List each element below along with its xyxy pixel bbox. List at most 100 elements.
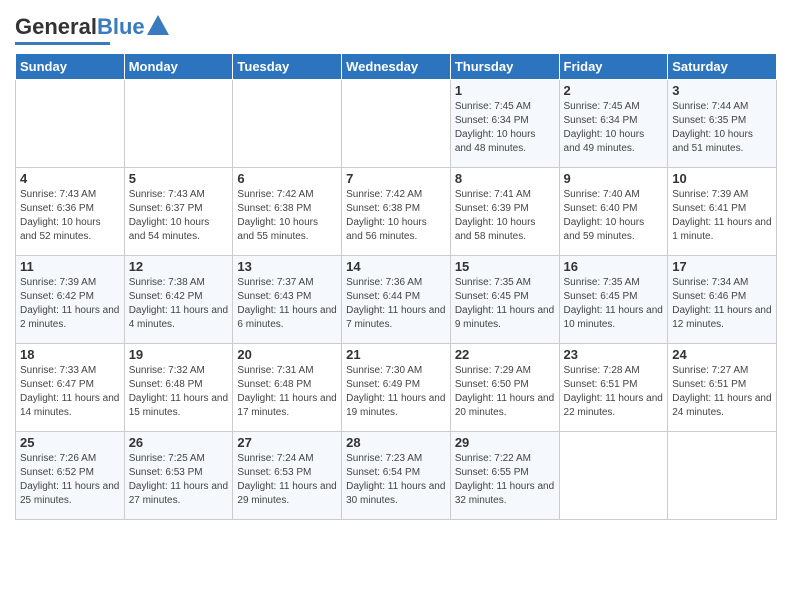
day-info: Sunrise: 7:22 AMSunset: 6:55 PMDaylight:… — [455, 452, 555, 508]
calendar-cell: 10 Sunrise: 7:39 AMSunset: 6:41 PMDayligh… — [668, 168, 777, 256]
day-info: Sunrise: 7:30 AMSunset: 6:49 PMDaylight:… — [346, 364, 446, 420]
calendar-cell — [559, 432, 668, 520]
calendar-week-row: 11 Sunrise: 7:39 AMSunset: 6:42 PMDayligh… — [16, 256, 777, 344]
day-info: Sunrise: 7:24 AMSunset: 6:53 PMDaylight:… — [237, 452, 337, 508]
day-number: 23 — [564, 347, 664, 362]
day-number: 19 — [129, 347, 229, 362]
calendar-cell: 3 Sunrise: 7:44 AMSunset: 6:35 PMDaylight… — [668, 80, 777, 168]
day-info: Sunrise: 7:44 AMSunset: 6:35 PMDaylight:… — [672, 100, 772, 156]
calendar-cell: 14 Sunrise: 7:36 AMSunset: 6:44 PMDayligh… — [342, 256, 451, 344]
header-sunday: Sunday — [16, 54, 125, 80]
day-number: 9 — [564, 171, 664, 186]
calendar-week-row: 1 Sunrise: 7:45 AMSunset: 6:34 PMDaylight… — [16, 80, 777, 168]
day-info: Sunrise: 7:36 AMSunset: 6:44 PMDaylight:… — [346, 276, 446, 332]
day-number: 2 — [564, 83, 664, 98]
calendar-cell — [668, 432, 777, 520]
day-number: 17 — [672, 259, 772, 274]
calendar-cell — [16, 80, 125, 168]
day-number: 13 — [237, 259, 337, 274]
day-number: 28 — [346, 435, 446, 450]
logo-general: General — [15, 14, 97, 40]
day-info: Sunrise: 7:45 AMSunset: 6:34 PMDaylight:… — [564, 100, 664, 156]
day-info: Sunrise: 7:39 AMSunset: 6:41 PMDaylight:… — [672, 188, 772, 244]
calendar-week-row: 25 Sunrise: 7:26 AMSunset: 6:52 PMDayligh… — [16, 432, 777, 520]
day-info: Sunrise: 7:32 AMSunset: 6:48 PMDaylight:… — [129, 364, 229, 420]
calendar-week-row: 4 Sunrise: 7:43 AMSunset: 6:36 PMDaylight… — [16, 168, 777, 256]
calendar-cell: 7 Sunrise: 7:42 AMSunset: 6:38 PMDaylight… — [342, 168, 451, 256]
day-number: 8 — [455, 171, 555, 186]
calendar-cell: 28 Sunrise: 7:23 AMSunset: 6:54 PMDayligh… — [342, 432, 451, 520]
day-number: 27 — [237, 435, 337, 450]
day-number: 26 — [129, 435, 229, 450]
calendar-cell: 16Sunrise: 7:35 AMSunset: 6:45 PMDayligh… — [559, 256, 668, 344]
header-thursday: Thursday — [450, 54, 559, 80]
day-info: Sunrise: 7:23 AMSunset: 6:54 PMDaylight:… — [346, 452, 446, 508]
day-info: Sunrise: 7:33 AMSunset: 6:47 PMDaylight:… — [20, 364, 120, 420]
day-number: 20 — [237, 347, 337, 362]
day-info: Sunrise: 7:29 AMSunset: 6:50 PMDaylight:… — [455, 364, 555, 420]
day-number: 16 — [564, 259, 664, 274]
calendar-cell: 13 Sunrise: 7:37 AMSunset: 6:43 PMDayligh… — [233, 256, 342, 344]
logo: General Blue — [15, 14, 169, 45]
calendar-cell: 17 Sunrise: 7:34 AMSunset: 6:46 PMDayligh… — [668, 256, 777, 344]
day-number: 4 — [20, 171, 120, 186]
calendar-cell: 11 Sunrise: 7:39 AMSunset: 6:42 PMDayligh… — [16, 256, 125, 344]
calendar-cell: 6Sunrise: 7:42 AMSunset: 6:38 PMDaylight… — [233, 168, 342, 256]
day-info: Sunrise: 7:34 AMSunset: 6:46 PMDaylight:… — [672, 276, 772, 332]
day-info: Sunrise: 7:38 AMSunset: 6:42 PMDaylight:… — [129, 276, 229, 332]
calendar-cell: 29 Sunrise: 7:22 AMSunset: 6:55 PMDayligh… — [450, 432, 559, 520]
logo-underline — [15, 42, 110, 45]
day-info: Sunrise: 7:28 AMSunset: 6:51 PMDaylight:… — [564, 364, 664, 420]
calendar-cell — [342, 80, 451, 168]
day-info: Sunrise: 7:27 AMSunset: 6:51 PMDaylight:… — [672, 364, 772, 420]
header-saturday: Saturday — [668, 54, 777, 80]
day-number: 6 — [237, 171, 337, 186]
calendar-cell: 24 Sunrise: 7:27 AMSunset: 6:51 PMDayligh… — [668, 344, 777, 432]
calendar-cell: 1 Sunrise: 7:45 AMSunset: 6:34 PMDaylight… — [450, 80, 559, 168]
day-number: 11 — [20, 259, 120, 274]
calendar-cell: 26 Sunrise: 7:25 AMSunset: 6:53 PMDayligh… — [124, 432, 233, 520]
header-monday: Monday — [124, 54, 233, 80]
day-number: 14 — [346, 259, 446, 274]
calendar-cell: 8Sunrise: 7:41 AMSunset: 6:39 PMDaylight… — [450, 168, 559, 256]
day-info: Sunrise: 7:42 AMSunset: 6:38 PMDaylight:… — [346, 188, 446, 244]
day-number: 10 — [672, 171, 772, 186]
calendar-cell: 5 Sunrise: 7:43 AMSunset: 6:37 PMDaylight… — [124, 168, 233, 256]
calendar-table: Sunday Monday Tuesday Wednesday Thursday… — [15, 53, 777, 520]
calendar-cell: 4 Sunrise: 7:43 AMSunset: 6:36 PMDaylight… — [16, 168, 125, 256]
logo-icon — [147, 15, 169, 35]
calendar-cell: 22 Sunrise: 7:29 AMSunset: 6:50 PMDayligh… — [450, 344, 559, 432]
day-info: Sunrise: 7:37 AMSunset: 6:43 PMDaylight:… — [237, 276, 337, 332]
day-number: 21 — [346, 347, 446, 362]
calendar-cell: 21 Sunrise: 7:30 AMSunset: 6:49 PMDayligh… — [342, 344, 451, 432]
calendar-cell: 18Sunrise: 7:33 AMSunset: 6:47 PMDayligh… — [16, 344, 125, 432]
day-info: Sunrise: 7:45 AMSunset: 6:34 PMDaylight:… — [455, 100, 555, 156]
day-number: 24 — [672, 347, 772, 362]
day-number: 5 — [129, 171, 229, 186]
header-friday: Friday — [559, 54, 668, 80]
day-info: Sunrise: 7:26 AMSunset: 6:52 PMDaylight:… — [20, 452, 120, 508]
day-number: 29 — [455, 435, 555, 450]
logo-blue: Blue — [97, 14, 145, 40]
day-info: Sunrise: 7:43 AMSunset: 6:36 PMDaylight:… — [20, 188, 120, 244]
day-info: Sunrise: 7:43 AMSunset: 6:37 PMDaylight:… — [129, 188, 229, 244]
calendar-cell: 15Sunrise: 7:35 AMSunset: 6:45 PMDayligh… — [450, 256, 559, 344]
calendar-cell: 9 Sunrise: 7:40 AMSunset: 6:40 PMDaylight… — [559, 168, 668, 256]
weekday-header-row: Sunday Monday Tuesday Wednesday Thursday… — [16, 54, 777, 80]
calendar-cell: 2 Sunrise: 7:45 AMSunset: 6:34 PMDaylight… — [559, 80, 668, 168]
day-info: Sunrise: 7:39 AMSunset: 6:42 PMDaylight:… — [20, 276, 120, 332]
day-info: Sunrise: 7:40 AMSunset: 6:40 PMDaylight:… — [564, 188, 664, 244]
day-number: 12 — [129, 259, 229, 274]
day-number: 3 — [672, 83, 772, 98]
day-number: 22 — [455, 347, 555, 362]
calendar-cell — [124, 80, 233, 168]
day-number: 25 — [20, 435, 120, 450]
day-number: 7 — [346, 171, 446, 186]
header-wednesday: Wednesday — [342, 54, 451, 80]
calendar-week-row: 18Sunrise: 7:33 AMSunset: 6:47 PMDayligh… — [16, 344, 777, 432]
day-info: Sunrise: 7:25 AMSunset: 6:53 PMDaylight:… — [129, 452, 229, 508]
calendar-cell: 12 Sunrise: 7:38 AMSunset: 6:42 PMDayligh… — [124, 256, 233, 344]
day-number: 1 — [455, 83, 555, 98]
calendar-cell: 27 Sunrise: 7:24 AMSunset: 6:53 PMDayligh… — [233, 432, 342, 520]
day-number: 15 — [455, 259, 555, 274]
